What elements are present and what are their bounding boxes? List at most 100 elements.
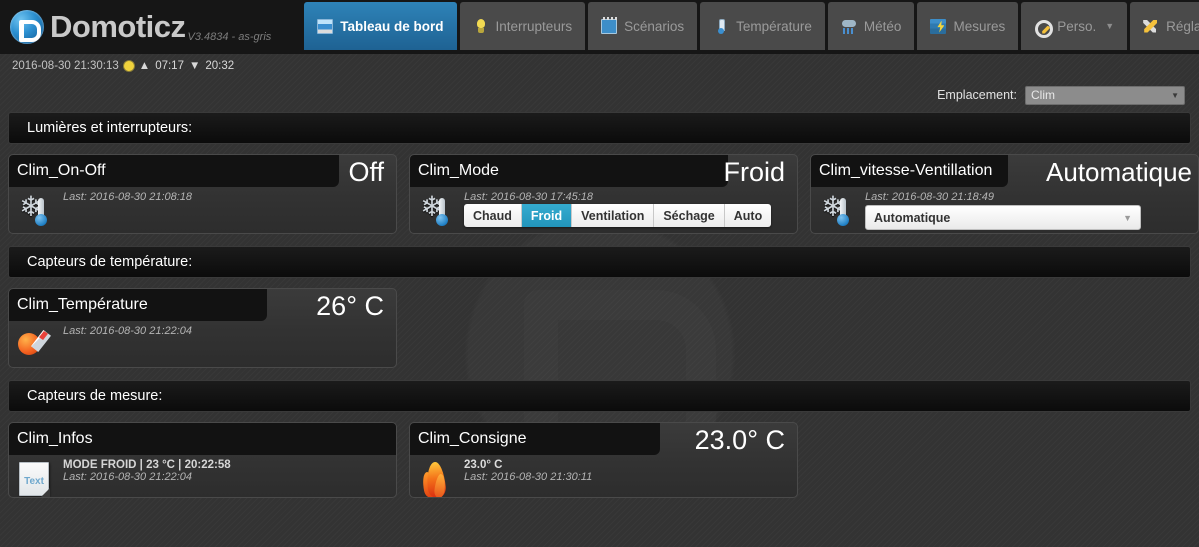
card-detail: Last: 2016-08-30 21:18:49 Automatique ▼ — [865, 190, 1190, 230]
section-body-lights: Clim_On-Off Off ❄ Last: 2016-08-30 21:08… — [8, 154, 1199, 234]
thermometer-bulb — [837, 214, 849, 226]
tab-label: Météo — [863, 18, 902, 34]
device-name: Clim_vitesse-Ventillation — [819, 162, 993, 179]
sun-thermometer-icon[interactable] — [17, 324, 57, 366]
brand[interactable]: Domoticz V3.4834 - as-gris — [0, 0, 271, 54]
domoticz-logo-icon — [10, 10, 44, 44]
tab-mesures[interactable]: Mesures — [917, 2, 1019, 50]
section-title: Lumières et interrupteurs: — [27, 120, 193, 136]
card-title-strip: Clim_On-Off — [9, 155, 339, 187]
device-name: Clim_Infos — [17, 430, 93, 447]
device-name: Clim_Température — [17, 296, 148, 313]
chevron-down-icon: ▼ — [1171, 90, 1179, 100]
section-title: Capteurs de mesure: — [27, 388, 163, 404]
status-bar: 2016-08-30 21:30:13 ▲ 07:17 ▼ 20:32 — [0, 54, 1199, 78]
setpoint-reading: 23.0° C — [464, 459, 503, 471]
last-update: Last: 2016-08-30 17:45:18 — [464, 191, 594, 203]
device-card-clim-on-off[interactable]: Clim_On-Off Off ❄ Last: 2016-08-30 21:08… — [8, 154, 397, 234]
sun-icon — [123, 61, 134, 71]
mode-button-sechage[interactable]: Séchage — [654, 204, 725, 227]
tools-icon — [1143, 19, 1159, 34]
tab-meteo[interactable]: Météo — [827, 2, 915, 50]
tab-label: Perso. — [1057, 18, 1097, 34]
snowflake-thermometer-icon[interactable]: ❄ — [418, 190, 458, 232]
device-value: Automatique — [1046, 157, 1192, 187]
snowflake-thermometer-icon[interactable]: ❄ — [17, 190, 57, 232]
section-header-lights: Lumières et interrupteurs: — [8, 112, 1191, 144]
brand-version: V3.4834 - as-gris — [187, 31, 272, 43]
flame-icon[interactable] — [418, 458, 458, 497]
sunrise-time: 07:17 — [155, 60, 184, 72]
section-body-measure: Clim_Infos Text MODE FROID | 23 °C | 20:… — [8, 422, 1191, 498]
device-card-clim-vitesse-ventillation[interactable]: Clim_vitesse-Ventillation Automatique ❄ … — [810, 154, 1199, 234]
thermometer-bulb — [436, 214, 448, 226]
text-sensor-icon[interactable]: Text — [17, 458, 57, 497]
brand-name: Domoticz — [50, 9, 186, 44]
card-detail: Last: 2016-08-30 17:45:18 Chaud Froid Ve… — [464, 190, 789, 227]
device-card-clim-infos[interactable]: Clim_Infos Text MODE FROID | 23 °C | 20:… — [8, 422, 397, 498]
card-body: Last: 2016-08-30 21:22:04 — [9, 321, 396, 367]
device-name: Clim_Mode — [418, 162, 499, 179]
mode-button-auto[interactable]: Auto — [724, 204, 772, 227]
card-detail: Last: 2016-08-30 21:22:04 — [63, 324, 388, 337]
card-detail: Last: 2016-08-30 21:08:18 — [63, 190, 388, 203]
device-card-clim-consigne[interactable]: Clim_Consigne 23.0° C 23.0° C Last: 2016… — [409, 422, 798, 498]
thermometer-bulb — [35, 214, 47, 226]
tab-perso[interactable]: Perso. ▼ — [1021, 2, 1128, 50]
device-name: Clim_Consigne — [418, 430, 527, 447]
location-selected-value: Clim — [1031, 88, 1055, 102]
sensor-reading: MODE FROID | 23 °C | 20:22:58 — [63, 459, 231, 471]
snowflake-thermometer-icon[interactable]: ❄ — [819, 190, 859, 232]
location-select[interactable]: Clim ▼ — [1025, 85, 1185, 105]
card-body: ❄ Last: 2016-08-30 21:18:49 Automatique … — [811, 187, 1198, 233]
gear-icon — [1034, 19, 1054, 38]
device-value: 26° C — [316, 291, 384, 321]
card-title-strip: Clim_Température — [9, 289, 267, 321]
tab-tableau-de-bord[interactable]: Tableau de bord — [304, 2, 457, 50]
device-value: Froid — [723, 157, 785, 187]
sunset-arrow-icon: ▼ — [188, 60, 201, 72]
mode-button-chaud[interactable]: Chaud — [464, 204, 522, 227]
tab-label: Mesures — [953, 18, 1006, 34]
fan-speed-select[interactable]: Automatique ▼ — [865, 205, 1141, 230]
thermometer-icon — [713, 18, 729, 34]
section-title: Capteurs de température: — [27, 254, 193, 270]
fan-speed-selected-value: Automatique — [874, 210, 951, 225]
tab-label: Tableau de bord — [340, 18, 444, 34]
text-sensor-label: Text — [24, 476, 44, 487]
last-update: Last: 2016-08-30 21:22:04 — [63, 325, 193, 337]
location-label: Emplacement: — [937, 88, 1017, 102]
mode-button-ventilation[interactable]: Ventilation — [572, 204, 655, 227]
tab-scenarios[interactable]: Scénarios — [588, 2, 698, 50]
tab-interrupteurs[interactable]: Interrupteurs — [459, 2, 586, 50]
dashboard-icon — [317, 18, 334, 34]
card-title-strip: Clim_Infos — [9, 423, 396, 455]
device-name: Clim_On-Off — [17, 162, 106, 179]
card-title-strip: Clim_Mode — [410, 155, 728, 187]
sunset-time: 20:32 — [205, 60, 235, 72]
location-bar: Emplacement: Clim ▼ — [0, 78, 1199, 112]
mode-button-group: Chaud Froid Ventilation Séchage Auto — [464, 204, 772, 227]
bar-chart-icon — [930, 18, 947, 34]
last-update: Last: 2016-08-30 21:18:49 — [865, 191, 995, 203]
sunrise-arrow-icon: ▲ — [138, 60, 151, 72]
app-header: Domoticz V3.4834 - as-gris Tableau de bo… — [0, 0, 1199, 54]
last-update: Last: 2016-08-30 21:08:18 — [63, 191, 193, 203]
main-navigation: Tableau de bord Interrupteurs Scénarios … — [304, 0, 1199, 50]
device-card-clim-mode[interactable]: Clim_Mode Froid ❄ Last: 2016-08-30 17:45… — [409, 154, 798, 234]
device-card-clim-temperature[interactable]: Clim_Température 26° C Last: 2016-08-30 … — [8, 288, 397, 368]
card-detail: 23.0° C Last: 2016-08-30 21:30:11 — [464, 458, 789, 483]
section-header-measure: Capteurs de mesure: — [8, 380, 1191, 412]
card-title-strip: Clim_vitesse-Ventillation — [811, 155, 1008, 187]
current-datetime: 2016-08-30 21:30:13 — [12, 60, 119, 72]
cloud-rain-icon — [841, 19, 857, 34]
tab-label: Réglages — [1166, 18, 1199, 34]
chevron-down-icon: ▼ — [1105, 21, 1115, 31]
mode-button-froid[interactable]: Froid — [521, 204, 573, 227]
section-body-temperature: Clim_Température 26° C Last: 2016-08-30 … — [8, 288, 1191, 368]
tab-reglages[interactable]: Réglages ▼ — [1130, 2, 1199, 50]
device-value: Off — [348, 157, 384, 187]
tab-label: Scénarios — [624, 18, 685, 34]
section-header-temperature: Capteurs de température: — [8, 246, 1191, 278]
tab-temperature[interactable]: Température — [700, 2, 825, 50]
